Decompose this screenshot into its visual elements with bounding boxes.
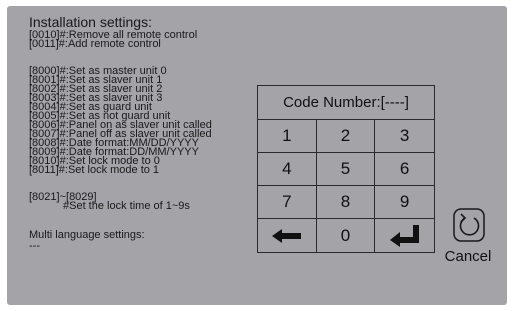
lock-description: #Set the lock time of 1~9s <box>63 200 190 212</box>
code-number-display: Code Number:[----] <box>258 86 434 120</box>
setting-line: [0011]#:Add remote control <box>29 38 161 50</box>
key-1[interactable]: 1 <box>258 120 317 153</box>
setting-line: [8011]#:Set lock mode to 1 <box>29 164 160 176</box>
cancel-button[interactable]: Cancel <box>438 208 498 272</box>
key-5[interactable]: 5 <box>316 153 376 186</box>
cancel-label: Cancel <box>444 248 492 265</box>
installation-title: Installation settings: <box>29 14 152 30</box>
key-2[interactable]: 2 <box>316 120 376 153</box>
code-keypad: Code Number:[----] 1 2 3 4 5 6 7 8 9 0 <box>257 85 435 253</box>
multi-language-value: --- <box>29 240 40 252</box>
left-arrow-icon <box>271 228 301 243</box>
enter-arrow-icon <box>389 224 419 247</box>
backspace-key[interactable] <box>258 219 317 252</box>
enter-key[interactable] <box>375 219 434 252</box>
key-6[interactable]: 6 <box>375 153 434 186</box>
key-0[interactable]: 0 <box>317 219 376 252</box>
key-3[interactable]: 3 <box>375 120 434 153</box>
undo-icon <box>453 208 485 242</box>
keypad-grid: 1 2 3 4 5 6 7 8 9 0 <box>258 120 434 252</box>
key-7[interactable]: 7 <box>258 186 317 219</box>
key-8[interactable]: 8 <box>316 186 376 219</box>
multi-language-title: Multi language settings: <box>29 229 145 241</box>
key-4[interactable]: 4 <box>258 153 317 186</box>
key-9[interactable]: 9 <box>375 186 434 219</box>
